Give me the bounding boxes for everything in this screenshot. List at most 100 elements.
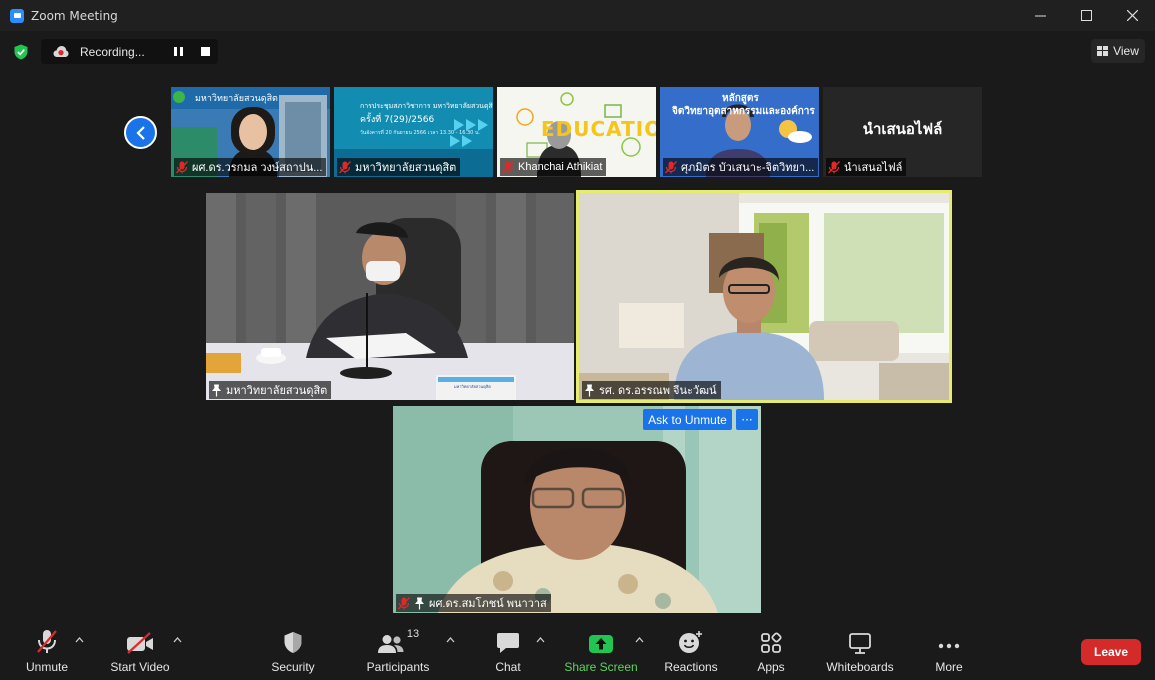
encryption-shield-icon[interactable] xyxy=(13,44,29,60)
desk-sign-text: มหาวิทยาลัยสวนดุสิต xyxy=(454,384,491,389)
mic-muted-icon xyxy=(398,596,410,609)
participants-label: Participants xyxy=(366,660,430,674)
participant-video-tile[interactable]: มหาวิทยาลัยสวนดุสิต มหาวิทยาลัยสวนดุสิต xyxy=(206,193,574,400)
active-speaker-video-tile[interactable]: รศ. ดร.อรรณพ จีนะวัฒน์ xyxy=(576,190,952,403)
mic-muted-icon xyxy=(176,160,188,173)
start-video-label: Start Video xyxy=(110,660,170,674)
apps-button[interactable]: Apps xyxy=(754,628,788,674)
security-label: Security xyxy=(271,660,315,674)
zoom-meeting-window: Zoom Meeting Recording... View มหาวิทยาล… xyxy=(0,0,1155,680)
participant-name: ผศ.ดร.วรกมล วงษ์สถาปน... xyxy=(192,162,323,174)
whiteboard-icon xyxy=(849,633,871,654)
mic-muted-icon xyxy=(502,160,514,173)
reactions-label: Reactions xyxy=(664,660,718,674)
slide-graphic-text: EDUCATION xyxy=(541,117,656,141)
participant-name-tag: ผศ.ดร.สมโภชน์ พนาวาส xyxy=(396,594,551,612)
share-screen-label: Share Screen xyxy=(564,660,638,674)
chevron-left-icon xyxy=(135,125,145,140)
zoom-logo-icon xyxy=(10,8,24,23)
participant-more-options-button[interactable]: ··· xyxy=(736,409,758,430)
participant-name: Khanchai Athikiat xyxy=(518,161,603,173)
more-label: More xyxy=(935,660,963,674)
participant-thumbnail[interactable]: หลักสูตร จิตวิทยาอุตสาหกรรมและองค์การ ศุ… xyxy=(660,87,819,177)
title-bar: Zoom Meeting xyxy=(0,0,1155,31)
share-screen-icon xyxy=(589,635,613,653)
participant-thumbnail[interactable]: นำเสนอไฟล์ นำเสนอไฟล์ xyxy=(823,87,982,177)
grid-view-icon xyxy=(1097,46,1109,56)
participant-name-tag: มหาวิทยาลัยสวนดุสิต xyxy=(209,381,332,399)
window-controls xyxy=(1017,0,1155,31)
participant-name-tag: ศุภมิตร บัวเสนาะ-จิตวิทยา... xyxy=(663,158,818,176)
mic-muted-icon xyxy=(665,160,677,173)
chat-label: Chat xyxy=(495,660,521,674)
more-button[interactable]: More xyxy=(930,628,968,674)
participant-name-tag: มหาวิทยาลัยสวนดุสิต xyxy=(337,158,461,176)
participant-name: นำเสนอไฟล์ xyxy=(844,162,903,174)
more-dots-icon xyxy=(938,643,960,649)
participant-name: มหาวิทยาลัยสวนดุสิต xyxy=(355,162,457,174)
view-label: View xyxy=(1113,44,1139,58)
mic-muted-icon xyxy=(828,160,840,173)
participant-name-tag: นำเสนอไฟล์ xyxy=(826,158,907,176)
meeting-controls-toolbar: Unmute Start Video Security 13 Participa… xyxy=(0,618,1155,680)
chat-icon xyxy=(497,633,519,653)
participant-thumbnail[interactable]: มหาวิทยาลัยสวนดุสิต ผศ.ดร.วรกมล วงษ์สถาป… xyxy=(171,87,330,177)
window-title: Zoom Meeting xyxy=(31,8,118,23)
view-button[interactable]: View xyxy=(1091,39,1145,63)
video-options-caret-icon[interactable] xyxy=(173,636,183,646)
thumbnail-banner-text: มหาวิทยาลัยสวนดุสิต xyxy=(195,94,278,104)
recording-indicator: Recording... xyxy=(41,39,218,64)
shield-icon xyxy=(284,632,302,653)
participant-name: มหาวิทยาลัยสวนดุสิต xyxy=(226,385,328,397)
video-feed xyxy=(393,406,761,613)
reactions-icon xyxy=(679,631,702,653)
unmute-button[interactable]: Unmute xyxy=(22,628,72,674)
recording-label: Recording... xyxy=(80,44,145,59)
pause-recording-icon[interactable] xyxy=(174,47,183,56)
chat-options-caret-icon[interactable] xyxy=(536,636,546,646)
chat-button[interactable]: Chat xyxy=(490,628,526,674)
leave-meeting-button[interactable]: Leave xyxy=(1081,639,1141,665)
pin-icon xyxy=(415,597,424,609)
mic-muted-icon xyxy=(339,160,351,173)
participant-name: ศุภมิตร บัวเสนาะ-จิตวิทยา... xyxy=(681,162,815,174)
participant-name-tag: Khanchai Athikiat xyxy=(500,158,607,176)
start-video-button[interactable]: Start Video xyxy=(108,628,172,674)
participant-name: รศ. ดร.อรรณพ จีนะวัฒน์ xyxy=(599,385,717,397)
participant-video-tile[interactable]: ผศ.ดร.สมโภชน์ พนาวาส xyxy=(393,406,761,613)
security-button[interactable]: Security xyxy=(268,628,318,674)
previous-page-button[interactable] xyxy=(124,116,157,149)
pin-icon xyxy=(212,384,221,396)
apps-label: Apps xyxy=(757,660,785,674)
close-icon[interactable] xyxy=(1109,0,1155,31)
whiteboards-label: Whiteboards xyxy=(826,660,894,674)
reactions-button[interactable]: Reactions xyxy=(663,628,719,674)
whiteboards-button[interactable]: Whiteboards xyxy=(822,628,898,674)
video-feed xyxy=(206,193,574,400)
slide-title-text: การประชุมสภาวิชาการ มหาวิทยาลัยสวนดุสิต xyxy=(360,102,493,110)
unmute-label: Unmute xyxy=(25,660,69,674)
share-options-caret-icon[interactable] xyxy=(635,636,645,646)
participants-button[interactable]: 13 Participants xyxy=(364,628,432,674)
minimize-icon[interactable] xyxy=(1017,0,1063,31)
participant-name-tag: รศ. ดร.อรรณพ จีนะวัฒน์ xyxy=(582,381,721,399)
slide-line-2: จิตวิทยาอุตสาหกรรมและองค์การ xyxy=(672,106,815,117)
participants-options-caret-icon[interactable] xyxy=(446,636,456,646)
pin-icon xyxy=(585,384,594,396)
participant-thumbnail[interactable]: การประชุมสภาวิชาการ มหาวิทยาลัยสวนดุสิต … xyxy=(334,87,493,177)
video-off-icon xyxy=(127,632,153,654)
participant-name: ผศ.ดร.สมโภชน์ พนาวาส xyxy=(429,598,547,610)
slide-session-text: ครั้งที่ 7(29)/2566 xyxy=(360,115,435,125)
audio-options-caret-icon[interactable] xyxy=(75,636,85,646)
maximize-icon[interactable] xyxy=(1063,0,1109,31)
share-screen-button[interactable]: Share Screen xyxy=(564,628,638,674)
ask-to-unmute-button[interactable]: Ask to Unmute xyxy=(643,409,732,430)
mic-muted-icon xyxy=(37,630,57,653)
participant-placeholder-name: นำเสนอไฟล์ xyxy=(862,120,943,138)
stop-recording-icon[interactable] xyxy=(201,47,210,56)
slide-date-text: วันอังคารที่ 20 กันยายน 2566 เวลา 13.30 … xyxy=(360,130,480,136)
video-feed xyxy=(579,193,949,400)
apps-icon xyxy=(761,632,782,653)
cloud-recording-icon xyxy=(53,46,69,57)
participant-thumbnail[interactable]: EDUCATION Khanchai Athikiat xyxy=(497,87,656,177)
